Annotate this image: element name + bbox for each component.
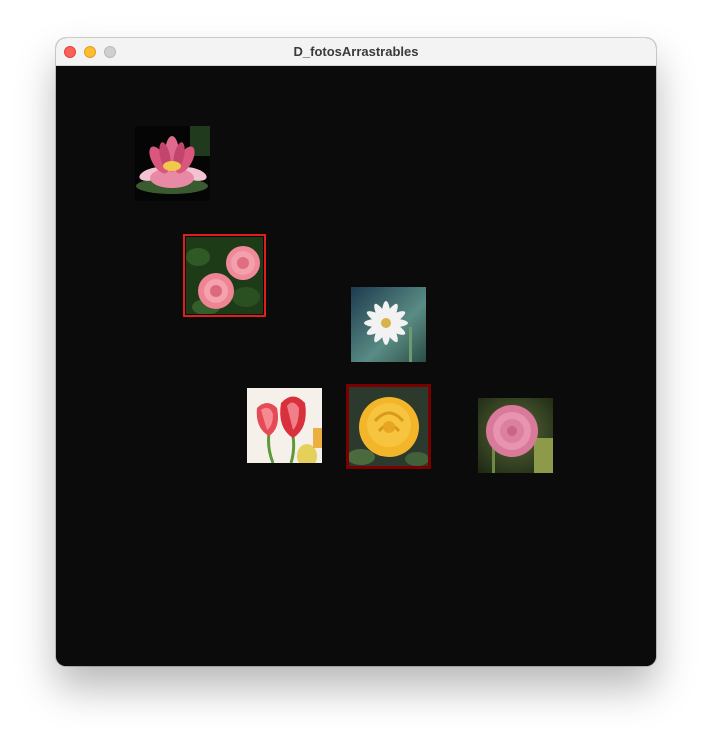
app-window: D_fotosArrastrables [56,38,656,666]
photo-tulips[interactable] [247,388,322,463]
photo-yellow-rose[interactable] [346,384,431,469]
photo-pink-dahlias[interactable] [183,234,266,317]
photo-lotus[interactable] [135,126,210,201]
window-title: D_fotosArrastrables [293,44,419,59]
photo-pink-dahlia[interactable] [478,398,553,473]
title-bar[interactable]: D_fotosArrastrables [56,38,656,66]
photo-daisy[interactable] [351,287,426,362]
drawing-canvas[interactable] [56,66,656,666]
